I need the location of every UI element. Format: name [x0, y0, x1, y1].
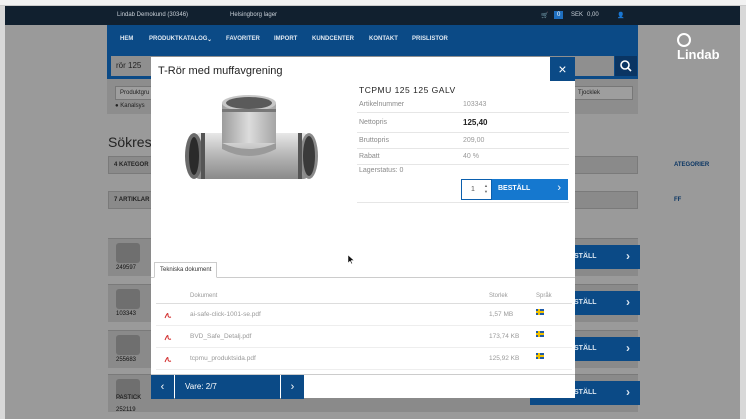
pdf-icon[interactable] — [164, 311, 172, 319]
nav-item-hem[interactable]: HEM — [120, 36, 133, 42]
documents-table: Dokument Storlek Språk ai-safe-click-100… — [156, 289, 572, 370]
cart-currency: SEK — [571, 12, 584, 18]
main-nav: HEM PRODUKTKATALOG ⌄ FAVORITER IMPORT KU… — [107, 25, 720, 62]
spec-label: Nettopris — [359, 119, 388, 126]
spec-label: Rabatt — [359, 153, 380, 160]
column-header-size: Storlek — [489, 293, 508, 299]
product-thumbnail[interactable] — [116, 335, 140, 355]
quantity-stepper[interactable]: 1 ▲ ▼ — [461, 179, 492, 200]
categories-right-label: ATEGORIER — [674, 162, 710, 168]
top-bar: Lindab Demokund (30346) Helsingborg lage… — [5, 6, 740, 25]
spec-label: Bruttopris — [359, 137, 389, 144]
nav-item-prislistor[interactable]: PRISLISTOR — [412, 36, 448, 42]
logo-text: Lindab — [677, 47, 720, 62]
close-icon: × — [558, 61, 567, 77]
column-header-language: Språk — [536, 293, 552, 299]
column-header-document: Dokument — [190, 293, 218, 299]
document-name[interactable]: ai-safe-click-1001-se.pdf — [190, 311, 261, 318]
article-code: 255683 — [116, 357, 137, 363]
browser-right-edge — [740, 6, 746, 419]
swedish-flag-icon — [536, 331, 544, 339]
nav-item-kontakt[interactable]: KONTAKT — [369, 36, 398, 42]
thickness-select[interactable]: Tjocklek — [573, 86, 633, 100]
pdf-icon[interactable] — [164, 333, 172, 341]
lindab-logo[interactable]: Lindab — [677, 32, 720, 62]
spec-row: Artikelnummer 103343 — [357, 97, 569, 113]
document-size: 173,74 KB — [489, 333, 520, 340]
document-size: 1,57 MB — [489, 311, 514, 318]
articles-label: 7 ARTIKLAR — [114, 197, 150, 203]
search-icon — [620, 60, 632, 72]
warehouse-name[interactable]: Helsingborg lager — [230, 12, 277, 18]
product-thumbnail[interactable] — [116, 289, 140, 309]
tab-technical-documents[interactable]: Tekniska dokument — [154, 262, 218, 278]
pdf-icon[interactable] — [164, 355, 172, 363]
article-code: 249597 — [116, 265, 137, 271]
chevron-right-icon: › — [557, 182, 561, 194]
nav-item-produktkatalog[interactable]: PRODUKTKATALOG — [149, 36, 207, 42]
item-pager: ‹ Vare: 2/7 › — [151, 374, 575, 399]
cart-count: 0 — [554, 11, 564, 19]
table-row[interactable]: BVD_Safe_Detalj.pdf 173,74 KB — [156, 326, 572, 348]
spec-row: Rabatt 40 % — [357, 149, 569, 165]
product-modal: T-Rör med muffavgrening × TCPMU 125 125 … — [151, 57, 575, 399]
next-item-button[interactable]: › — [281, 375, 304, 399]
filter-radio[interactable]: ● Kanalsys — [115, 103, 145, 109]
stepper-arrows-icon[interactable]: ▲ ▼ — [484, 183, 488, 195]
modal-title: T-Rör med muffavgrening — [158, 65, 283, 77]
spec-row: Nettopris 125,40 — [357, 113, 569, 133]
swedish-flag-icon — [536, 353, 544, 361]
table-row[interactable]: tcpmu_produktsida.pdf 125,92 KB — [156, 348, 572, 370]
document-name[interactable]: tcpmu_produktsida.pdf — [190, 355, 256, 362]
chevron-down-icon: ⌄ — [207, 37, 213, 43]
spec-value: 40 % — [463, 153, 479, 160]
spec-value: 103343 — [463, 101, 487, 108]
document-size: 125,92 KB — [489, 355, 520, 362]
quantity-value: 1 — [471, 186, 475, 193]
documents-table-header: Dokument Storlek Språk — [156, 289, 572, 304]
article-code: 103343 — [116, 311, 137, 317]
nav-item-favoriter[interactable]: FAVORITER — [226, 36, 260, 42]
nav-item-import[interactable]: IMPORT — [274, 36, 297, 42]
articles-right-label: FF — [674, 197, 682, 203]
pager-label: Vare: 2/7 — [175, 375, 280, 399]
customer-name[interactable]: Lindab Demokund (30346) — [117, 12, 188, 18]
article-code: 252119 — [116, 407, 136, 413]
order-button[interactable]: BESTÄLL › — [492, 179, 568, 200]
chevron-right-icon: › — [290, 381, 295, 393]
mouse-cursor-icon — [348, 255, 354, 264]
previous-item-button[interactable]: ‹ — [151, 375, 174, 399]
buy-box: 1 ▲ ▼ BESTÄLL › — [357, 175, 569, 203]
categories-label: 4 KATEGOR — [114, 162, 149, 168]
search-button[interactable] — [615, 56, 637, 76]
net-price-value: 125,40 — [463, 118, 488, 127]
table-row[interactable]: ai-safe-click-1001-se.pdf 1,57 MB — [156, 304, 572, 326]
chevron-left-icon: ‹ — [160, 381, 165, 393]
spec-row: Bruttopris 209,00 — [357, 133, 569, 149]
stock-status: Lagerstatus: 0 — [359, 167, 404, 174]
cart-icon[interactable]: 🛒 — [541, 12, 548, 19]
close-button[interactable]: × — [550, 57, 575, 81]
article-note: PASTICK — [116, 395, 142, 401]
logo-ring-icon — [677, 33, 691, 47]
product-image — [185, 95, 318, 179]
document-name[interactable]: BVD_Safe_Detalj.pdf — [190, 333, 251, 340]
product-thumbnail[interactable] — [116, 243, 140, 263]
swedish-flag-icon — [536, 309, 544, 317]
order-button-label: BESTÄLL — [498, 185, 531, 192]
filter-radio-label: Kanalsys — [120, 103, 145, 109]
user-icon[interactable]: 👤 — [617, 12, 624, 19]
cart-total: 0,00 — [587, 12, 599, 18]
nav-item-kundcenter[interactable]: KUNDCENTER — [312, 36, 354, 42]
spec-label: Artikelnummer — [359, 101, 405, 108]
spec-table: Artikelnummer 103343 Nettopris 125,40 Br… — [357, 97, 569, 165]
product-name: TCPMU 125 125 GALV — [359, 85, 456, 95]
spec-value: 209,00 — [463, 137, 485, 144]
